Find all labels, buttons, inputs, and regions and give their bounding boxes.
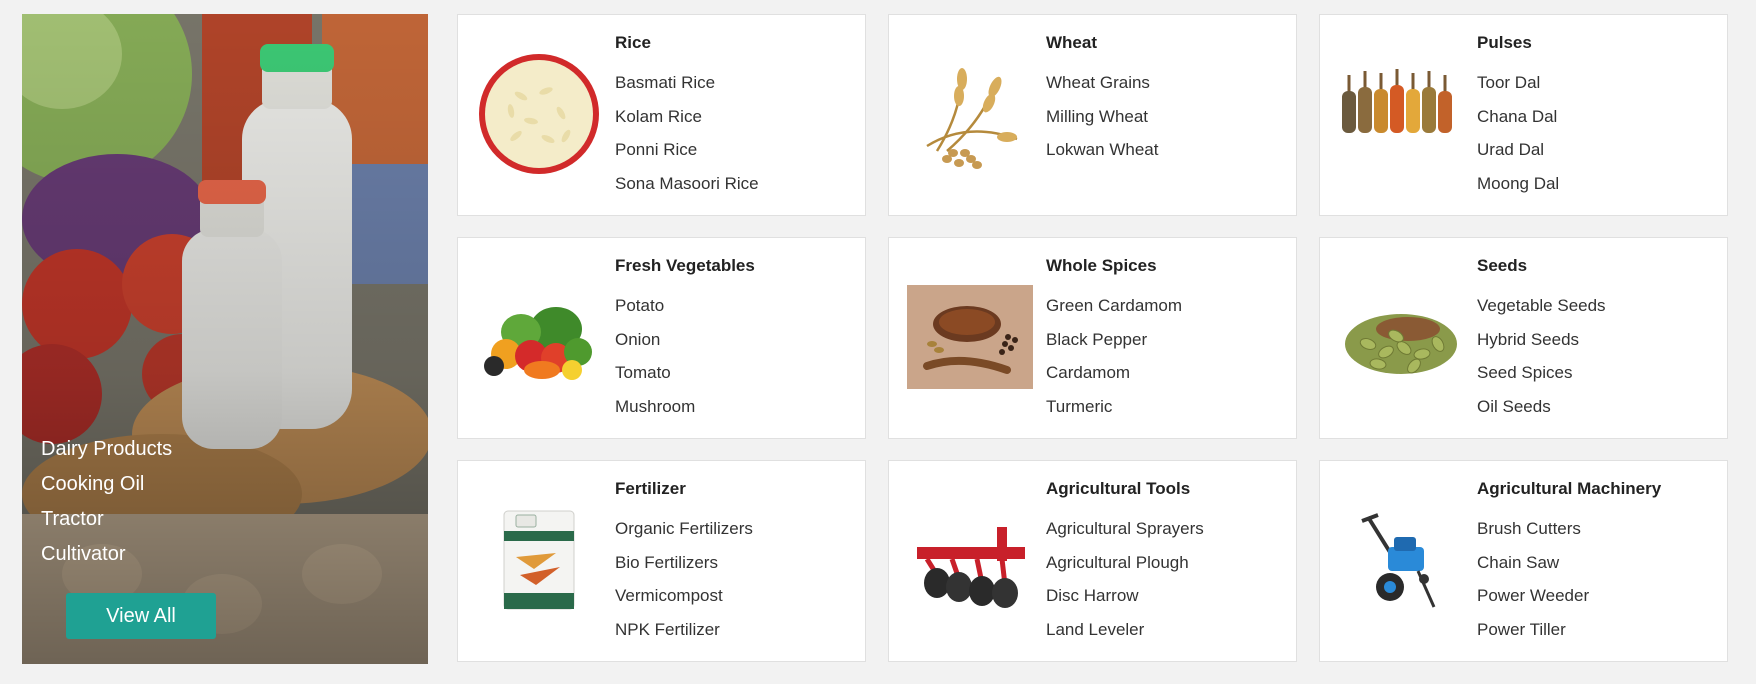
category-title-whole-spices[interactable]: Whole Spices — [1046, 256, 1157, 276]
category-card-agricultural-tools: Agricultural Tools Agricultural Sprayers… — [888, 460, 1297, 662]
banner-category-list: Dairy Products Cooking Oil Tractor Culti… — [41, 432, 172, 572]
category-item-link[interactable]: Vermicompost — [615, 579, 753, 613]
category-item-link[interactable]: Lokwan Wheat — [1046, 133, 1158, 167]
pulses-image[interactable] — [1338, 51, 1464, 177]
view-all-button[interactable]: View All — [66, 593, 216, 639]
category-title-agricultural-tools[interactable]: Agricultural Tools — [1046, 479, 1190, 499]
category-item-link[interactable]: Chain Saw — [1477, 546, 1589, 580]
category-title-seeds[interactable]: Seeds — [1477, 256, 1527, 276]
category-item-link[interactable]: Agricultural Plough — [1046, 546, 1204, 580]
banner-link-dairy-products[interactable]: Dairy Products — [41, 432, 172, 467]
category-item-link[interactable]: Onion — [615, 323, 695, 357]
category-item-link[interactable]: Land Leveler — [1046, 613, 1204, 647]
category-item-link[interactable]: Turmeric — [1046, 390, 1182, 424]
category-item-link[interactable]: Mushroom — [615, 390, 695, 424]
category-items-rice: Basmati Rice Kolam Rice Ponni Rice Sona … — [615, 66, 759, 200]
category-item-link[interactable]: Oil Seeds — [1477, 390, 1606, 424]
category-item-link[interactable]: Seed Spices — [1477, 356, 1606, 390]
category-card-wheat: Wheat Wheat Grains Milling Wheat Lokwan … — [888, 14, 1297, 216]
fertilizer-image[interactable] — [476, 497, 602, 623]
category-items-pulses: Toor Dal Chana Dal Urad Dal Moong Dal — [1477, 66, 1559, 200]
category-card-fertilizer: Fertilizer Organic Fertilizers Bio Ferti… — [457, 460, 866, 662]
category-item-link[interactable]: Vegetable Seeds — [1477, 289, 1606, 323]
category-title-wheat[interactable]: Wheat — [1046, 33, 1097, 53]
category-item-link[interactable]: Milling Wheat — [1046, 100, 1158, 134]
category-item-link[interactable]: Power Weeder — [1477, 579, 1589, 613]
category-item-link[interactable]: Basmati Rice — [615, 66, 759, 100]
category-item-link[interactable]: Brush Cutters — [1477, 512, 1589, 546]
category-item-link[interactable]: Power Tiller — [1477, 613, 1589, 647]
category-item-link[interactable]: Sona Masoori Rice — [615, 167, 759, 201]
category-title-fertilizer[interactable]: Fertilizer — [615, 479, 686, 499]
category-item-link[interactable]: Cardamom — [1046, 356, 1182, 390]
category-item-link[interactable]: Toor Dal — [1477, 66, 1559, 100]
category-title-fresh-vegetables[interactable]: Fresh Vegetables — [615, 256, 755, 276]
category-items-agricultural-machinery: Brush Cutters Chain Saw Power Weeder Pow… — [1477, 512, 1589, 646]
seeds-image[interactable] — [1338, 274, 1464, 400]
category-card-fresh-vegetables: Fresh Vegetables Potato Onion Tomato Mus… — [457, 237, 866, 439]
category-card-rice: Rice Basmati Rice Kolam Rice Ponni Rice … — [457, 14, 866, 216]
category-item-link[interactable]: Bio Fertilizers — [615, 546, 753, 580]
category-card-agricultural-machinery: Agricultural Machinery Brush Cutters Cha… — [1319, 460, 1728, 662]
spices-image[interactable] — [907, 274, 1033, 400]
category-items-fresh-vegetables: Potato Onion Tomato Mushroom — [615, 289, 695, 423]
wheat-image[interactable] — [907, 51, 1033, 177]
category-item-link[interactable]: Agricultural Sprayers — [1046, 512, 1204, 546]
category-item-link[interactable]: Green Cardamom — [1046, 289, 1182, 323]
category-item-link[interactable]: Wheat Grains — [1046, 66, 1158, 100]
banner-link-cooking-oil[interactable]: Cooking Oil — [41, 467, 172, 502]
banner-link-tractor[interactable]: Tractor — [41, 502, 172, 537]
category-title-agricultural-machinery[interactable]: Agricultural Machinery — [1477, 479, 1661, 499]
category-item-link[interactable]: Hybrid Seeds — [1477, 323, 1606, 357]
category-item-link[interactable]: Disc Harrow — [1046, 579, 1204, 613]
category-title-pulses[interactable]: Pulses — [1477, 33, 1532, 53]
rice-image[interactable] — [476, 51, 602, 177]
category-item-link[interactable]: Ponni Rice — [615, 133, 759, 167]
power-weeder-image[interactable] — [1338, 497, 1464, 623]
category-card-whole-spices: Whole Spices Green Cardamom Black Pepper… — [888, 237, 1297, 439]
featured-banner: Dairy Products Cooking Oil Tractor Culti… — [22, 14, 428, 664]
category-items-fertilizer: Organic Fertilizers Bio Fertilizers Verm… — [615, 512, 753, 646]
category-items-seeds: Vegetable Seeds Hybrid Seeds Seed Spices… — [1477, 289, 1606, 423]
category-item-link[interactable]: Moong Dal — [1477, 167, 1559, 201]
category-title-rice[interactable]: Rice — [615, 33, 651, 53]
category-items-agricultural-tools: Agricultural Sprayers Agricultural Ploug… — [1046, 512, 1204, 646]
category-item-link[interactable]: Tomato — [615, 356, 695, 390]
category-card-seeds: Seeds Vegetable Seeds Hybrid Seeds Seed … — [1319, 237, 1728, 439]
category-item-link[interactable]: Organic Fertilizers — [615, 512, 753, 546]
category-item-link[interactable]: Urad Dal — [1477, 133, 1559, 167]
category-item-link[interactable]: Black Pepper — [1046, 323, 1182, 357]
category-section: Dairy Products Cooking Oil Tractor Culti… — [0, 0, 1756, 684]
category-item-link[interactable]: NPK Fertilizer — [615, 613, 753, 647]
category-items-whole-spices: Green Cardamom Black Pepper Cardamom Tur… — [1046, 289, 1182, 423]
plough-image[interactable] — [907, 497, 1033, 623]
category-items-wheat: Wheat Grains Milling Wheat Lokwan Wheat — [1046, 66, 1158, 167]
banner-link-cultivator[interactable]: Cultivator — [41, 537, 172, 572]
vegetables-image[interactable] — [476, 274, 602, 400]
category-item-link[interactable]: Kolam Rice — [615, 100, 759, 134]
category-card-pulses: Pulses Toor Dal Chana Dal Urad Dal Moong… — [1319, 14, 1728, 216]
category-item-link[interactable]: Chana Dal — [1477, 100, 1559, 134]
category-item-link[interactable]: Potato — [615, 289, 695, 323]
